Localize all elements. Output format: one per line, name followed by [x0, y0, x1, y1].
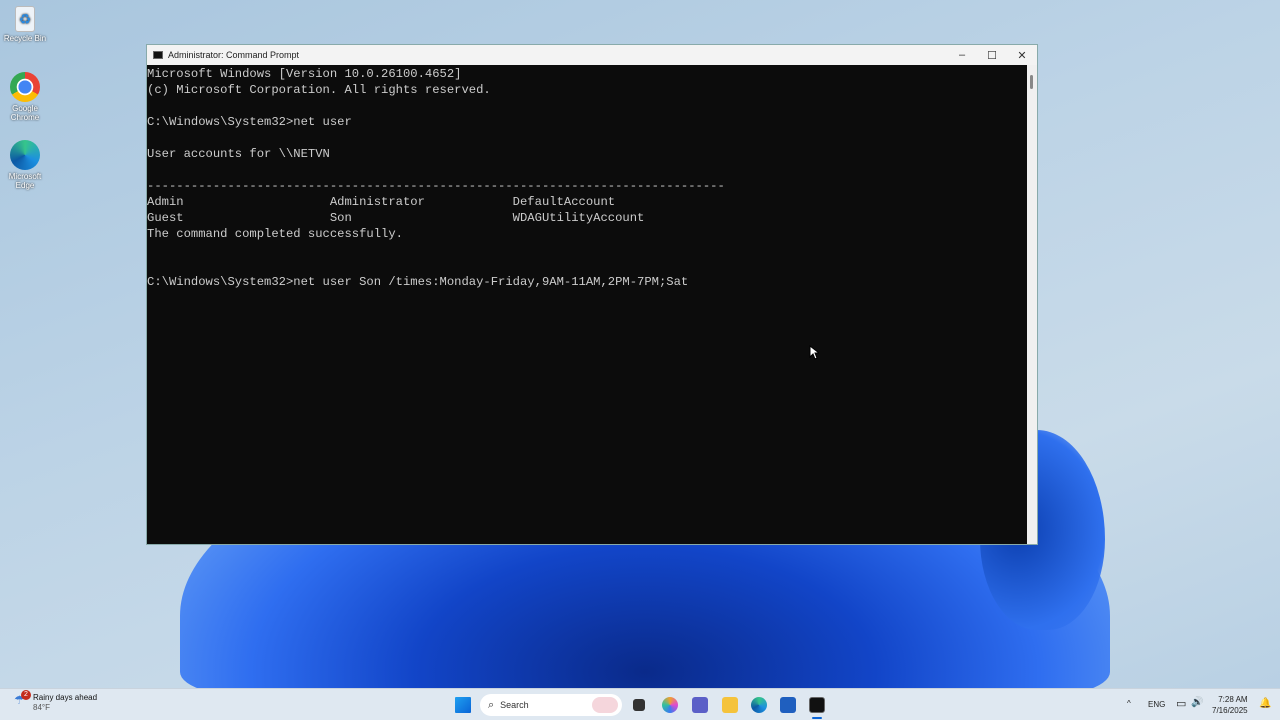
- edge-taskbar-icon[interactable]: [751, 697, 767, 713]
- command-prompt-window[interactable]: Administrator: Command Prompt – ☐ ✕ Micr…: [146, 44, 1038, 545]
- chrome-icon: [10, 72, 40, 102]
- terminal-line: User accounts for \\NETVN: [147, 147, 330, 161]
- notification-badge: 2: [21, 690, 31, 700]
- terminal-line: Guest Son WDAGUtilityAccount: [147, 211, 645, 225]
- volume-icon[interactable]: 🔊: [1191, 697, 1203, 708]
- active-indicator: [812, 717, 822, 719]
- notifications-icon[interactable]: 🔔: [1259, 698, 1271, 709]
- terminal-taskbar-icon[interactable]: [809, 697, 825, 713]
- terminal-line: ----------------------------------------…: [147, 179, 725, 193]
- terminal-line: C:\Windows\System32>net user Son /times:…: [147, 275, 689, 289]
- close-button[interactable]: ✕: [1007, 49, 1037, 62]
- task-view-icon[interactable]: [633, 699, 645, 711]
- minimize-button[interactable]: –: [947, 49, 977, 62]
- title-bar[interactable]: Administrator: Command Prompt – ☐ ✕: [147, 45, 1037, 65]
- desktop-icon-chrome[interactable]: Google Chrome: [2, 72, 48, 122]
- edge-icon: [10, 140, 40, 170]
- weather-widget[interactable]: ☂ 2 Rainy days ahead 84°F: [14, 690, 98, 713]
- teams-icon[interactable]: [692, 697, 708, 713]
- terminal-line: (c) Microsoft Corporation. All rights re…: [147, 83, 491, 97]
- maximize-button[interactable]: ☐: [977, 49, 1007, 62]
- copilot-icon[interactable]: [662, 697, 678, 713]
- network-icon[interactable]: ▭: [1176, 697, 1186, 710]
- store-icon[interactable]: [780, 697, 796, 713]
- scrollbar[interactable]: [1027, 65, 1037, 544]
- weather-umbrella-icon: ☂ 2: [14, 690, 31, 707]
- taskbar: ☂ 2 Rainy days ahead 84°F ⌕ Search ^ ENG…: [0, 688, 1280, 720]
- terminal-line: C:\Windows\System32>net user: [147, 115, 352, 129]
- search-box[interactable]: ⌕ Search: [480, 694, 622, 716]
- clock[interactable]: 7:28 AM 7/16/2025: [1212, 694, 1248, 716]
- terminal-line: Microsoft Windows [Version 10.0.26100.46…: [147, 67, 462, 81]
- search-highlight-icon: [592, 697, 618, 713]
- clock-date: 7/16/2025: [1212, 706, 1248, 715]
- language-indicator[interactable]: ENG: [1148, 700, 1165, 709]
- terminal-line: The command completed successfully.: [147, 227, 403, 241]
- desktop-icon-label: Microsoft Edge: [8, 172, 42, 190]
- recycle-bin-icon: ♻: [15, 6, 35, 32]
- start-button[interactable]: [455, 697, 471, 713]
- desktop-icon-label: Recycle Bin: [3, 34, 47, 43]
- search-placeholder: Search: [500, 700, 529, 710]
- cmd-icon: [153, 51, 163, 59]
- weather-title: Rainy days ahead: [33, 693, 98, 702]
- terminal-line: Admin Administrator DefaultAccount: [147, 195, 616, 209]
- tray-chevron-button[interactable]: ^: [1127, 699, 1131, 708]
- weather-temp: 84°F: [33, 703, 50, 712]
- terminal-output[interactable]: Microsoft Windows [Version 10.0.26100.46…: [147, 65, 1027, 544]
- search-icon: ⌕: [488, 698, 495, 711]
- mouse-cursor-icon: [809, 345, 819, 360]
- scrollbar-thumb[interactable]: [1030, 75, 1033, 89]
- window-title: Administrator: Command Prompt: [168, 50, 300, 60]
- clock-time: 7:28 AM: [1218, 695, 1248, 704]
- desktop-icon-recycle-bin[interactable]: ♻ Recycle Bin: [2, 6, 48, 43]
- file-explorer-icon[interactable]: [722, 697, 738, 713]
- desktop-icon-edge[interactable]: Microsoft Edge: [2, 140, 48, 190]
- desktop-icon-label: Google Chrome: [10, 104, 40, 122]
